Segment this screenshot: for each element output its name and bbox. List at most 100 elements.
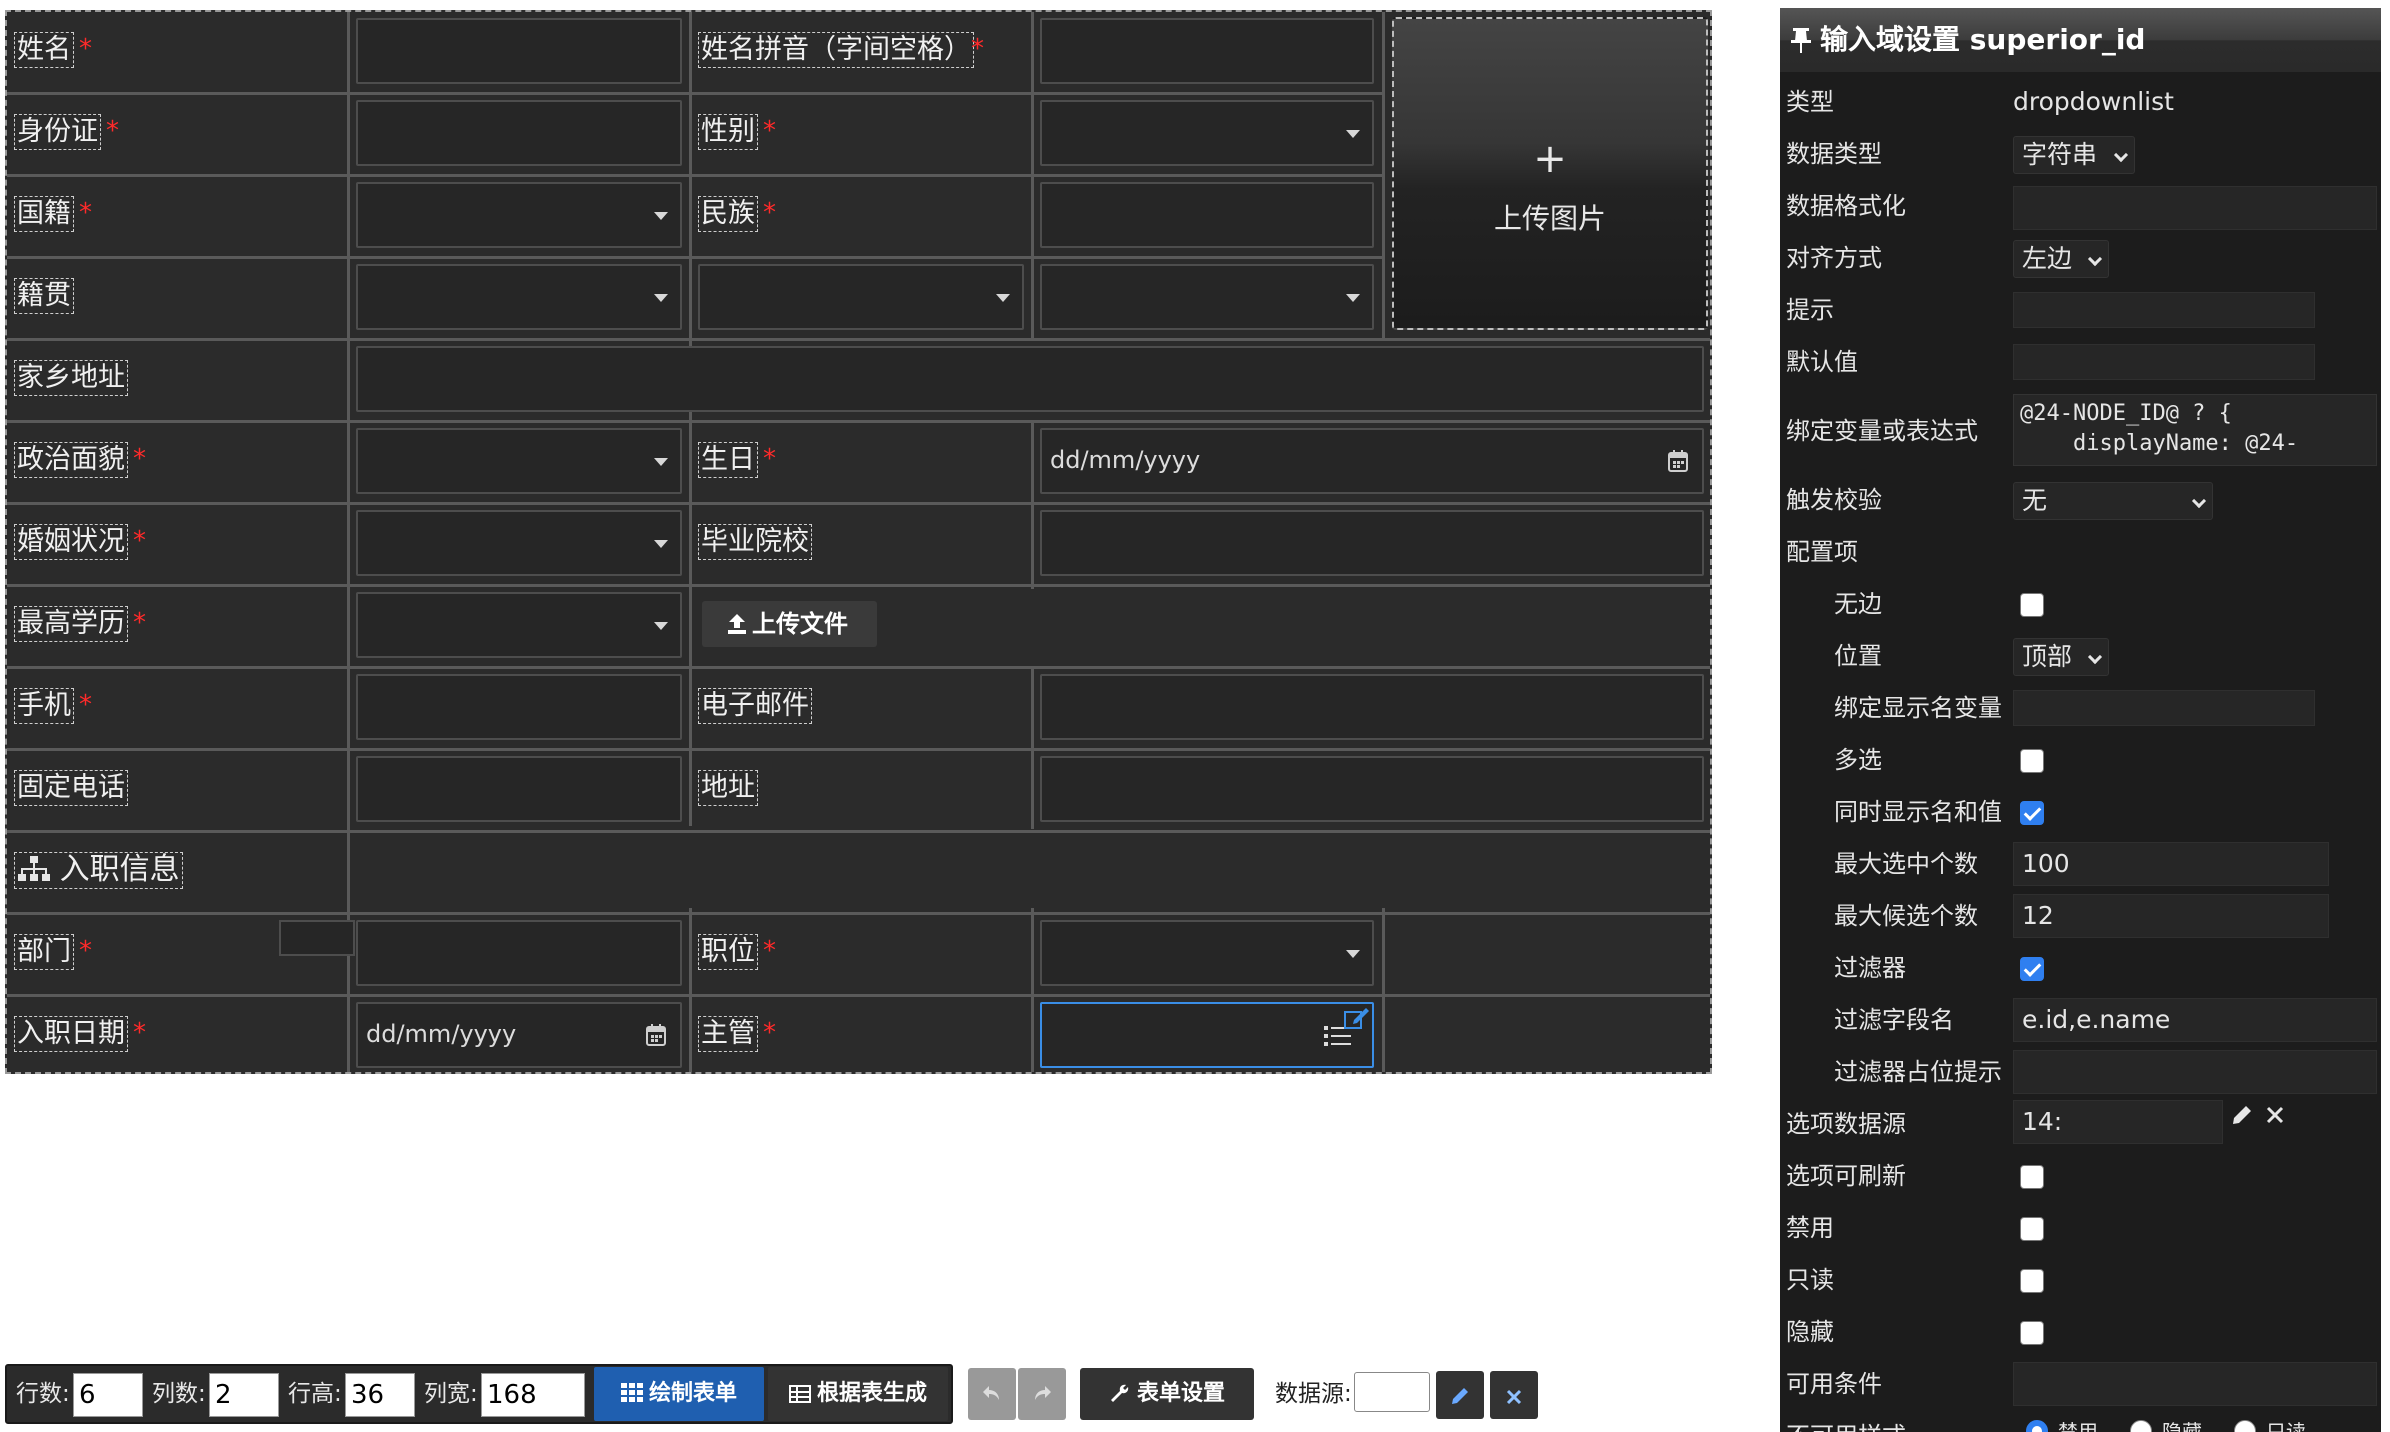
datasource-input[interactable] xyxy=(1354,1372,1430,1412)
required-mark: * xyxy=(106,116,119,146)
name-input[interactable] xyxy=(356,18,682,84)
id-card-label: 身份证 xyxy=(14,114,101,150)
name-label: 姓名 xyxy=(14,32,74,68)
align-select[interactable]: 左边 xyxy=(2013,240,2109,278)
native-city-select[interactable] xyxy=(698,264,1024,330)
upload-file-button[interactable]: 上传文件 xyxy=(702,601,877,647)
required-mark: * xyxy=(763,116,776,146)
required-mark: * xyxy=(971,34,984,64)
row-options-source: 选项数据源 14: xyxy=(1780,1098,2381,1150)
hometown-label: 家乡地址 xyxy=(14,360,128,396)
chevron-down-icon xyxy=(654,212,668,220)
available-input[interactable] xyxy=(2013,1362,2377,1406)
grid-line xyxy=(7,174,1382,177)
hint-input[interactable] xyxy=(2013,292,2315,328)
position-label: 职位 xyxy=(698,934,758,970)
datasource-edit-button[interactable] xyxy=(1436,1371,1484,1419)
draw-form-button[interactable]: 绘制表单 xyxy=(594,1367,764,1421)
radio-hide[interactable] xyxy=(2130,1420,2152,1432)
native-province-select[interactable] xyxy=(356,264,682,330)
nationality-select[interactable] xyxy=(356,182,682,248)
political-select[interactable] xyxy=(356,428,682,494)
department-input[interactable] xyxy=(356,920,682,986)
birthday-date-input[interactable]: dd/mm/yyyy xyxy=(1040,428,1704,494)
align-value: 左边 xyxy=(2022,244,2073,273)
email-input[interactable] xyxy=(1040,674,1704,740)
bind-display-label: 绑定显示名变量 xyxy=(1834,694,2002,722)
row-unavailable-style: 不可用样式 禁用 隐藏 只读 xyxy=(1780,1410,2381,1432)
show-both-label: 同时显示名和值 xyxy=(1834,798,2002,826)
hidden-checkbox[interactable] xyxy=(2020,1321,2044,1345)
col-width-input[interactable]: 168 xyxy=(481,1373,585,1417)
disabled-checkbox[interactable] xyxy=(2020,1217,2044,1241)
radio-disable[interactable] xyxy=(2026,1420,2048,1432)
filter-checkbox[interactable] xyxy=(2020,957,2044,981)
refreshable-checkbox[interactable] xyxy=(2020,1165,2044,1189)
upload-image-area[interactable]: + 上传图片 xyxy=(1392,17,1708,330)
plus-icon: + xyxy=(1533,136,1567,182)
max-selected-input[interactable]: 100 xyxy=(2013,842,2329,886)
mobile-input[interactable] xyxy=(356,674,682,740)
education-label: 最高学历 xyxy=(14,606,128,642)
options-source-input[interactable]: 14: xyxy=(2013,1100,2223,1144)
noborder-checkbox[interactable] xyxy=(2020,593,2044,617)
required-mark: * xyxy=(763,444,776,474)
row-hint: 提示 xyxy=(1780,284,2381,336)
filter-fields-input[interactable]: e.id,e.name xyxy=(2013,998,2377,1042)
max-candidates-input[interactable]: 12 xyxy=(2013,894,2329,938)
chevron-down-icon xyxy=(654,294,668,302)
rows-label: 行数: xyxy=(16,1381,70,1407)
id-card-input[interactable] xyxy=(356,100,682,166)
row-height-input[interactable]: 36 xyxy=(345,1373,415,1417)
grid-line xyxy=(1031,421,1034,589)
close-icon xyxy=(1506,1389,1522,1405)
position-select[interactable]: 顶部 xyxy=(2013,638,2109,676)
multi-checkbox[interactable] xyxy=(2020,749,2044,773)
datatype-select[interactable]: 字符串 xyxy=(2013,136,2135,174)
marital-select[interactable] xyxy=(356,510,682,576)
datasource-clear-button[interactable] xyxy=(1490,1371,1538,1419)
grid-line xyxy=(7,502,1710,505)
designer-toolbar: 行数: 6 列数: 2 行高: 36 列宽: 168 绘制表单 根据表生成 xyxy=(5,1364,953,1424)
row-available: 可用条件 xyxy=(1780,1358,2381,1410)
cols-input[interactable]: 2 xyxy=(209,1373,279,1417)
department-picker-tab[interactable] xyxy=(279,920,355,956)
required-mark: * xyxy=(763,1018,776,1048)
radio-readonly[interactable] xyxy=(2234,1420,2256,1432)
address-input[interactable] xyxy=(1040,756,1704,822)
rows-input[interactable]: 6 xyxy=(73,1373,143,1417)
filter-placeholder-input[interactable] xyxy=(2013,1050,2377,1094)
pinyin-input[interactable] xyxy=(1040,18,1374,84)
position-select[interactable] xyxy=(1040,920,1374,986)
generate-from-table-button[interactable]: 根据表生成 xyxy=(768,1367,948,1421)
readonly-checkbox[interactable] xyxy=(2020,1269,2044,1293)
close-icon[interactable] xyxy=(2266,1106,2284,1124)
format-input[interactable] xyxy=(2013,186,2377,230)
chevron-down-icon xyxy=(654,458,668,466)
hire-date-input[interactable]: dd/mm/yyyy xyxy=(356,1002,682,1068)
edit-icon[interactable] xyxy=(1344,1006,1370,1030)
pencil-icon[interactable] xyxy=(2231,1104,2253,1126)
chevron-down-icon xyxy=(654,540,668,548)
ethnicity-input[interactable] xyxy=(1040,182,1374,248)
education-select[interactable] xyxy=(356,592,682,658)
bind-display-input[interactable] xyxy=(2013,690,2315,726)
unavailable-style-label: 不可用样式 xyxy=(1786,1410,1906,1432)
native-district-select[interactable] xyxy=(1040,264,1374,330)
default-input[interactable] xyxy=(2013,344,2315,380)
show-both-checkbox[interactable] xyxy=(2020,801,2044,825)
bind-label: 绑定变量或表达式 xyxy=(1786,417,1978,445)
supervisor-dropdown[interactable] xyxy=(1040,1002,1374,1068)
form-settings-button[interactable]: 表单设置 xyxy=(1080,1368,1254,1420)
redo-button[interactable] xyxy=(1018,1368,1066,1420)
school-input[interactable] xyxy=(1040,510,1704,576)
grid-icon xyxy=(620,1383,643,1402)
hometown-input[interactable] xyxy=(356,346,1704,412)
phone-input[interactable] xyxy=(356,756,682,822)
gender-select[interactable] xyxy=(1040,100,1374,166)
validate-select[interactable]: 无 xyxy=(2013,482,2213,520)
chevron-down-icon xyxy=(2087,251,2103,267)
bind-expression-textarea[interactable]: @24-NODE_ID@ ? { displayName: @24- xyxy=(2013,394,2377,466)
birthday-placeholder: dd/mm/yyyy xyxy=(1050,446,1201,474)
undo-button[interactable] xyxy=(968,1368,1016,1420)
